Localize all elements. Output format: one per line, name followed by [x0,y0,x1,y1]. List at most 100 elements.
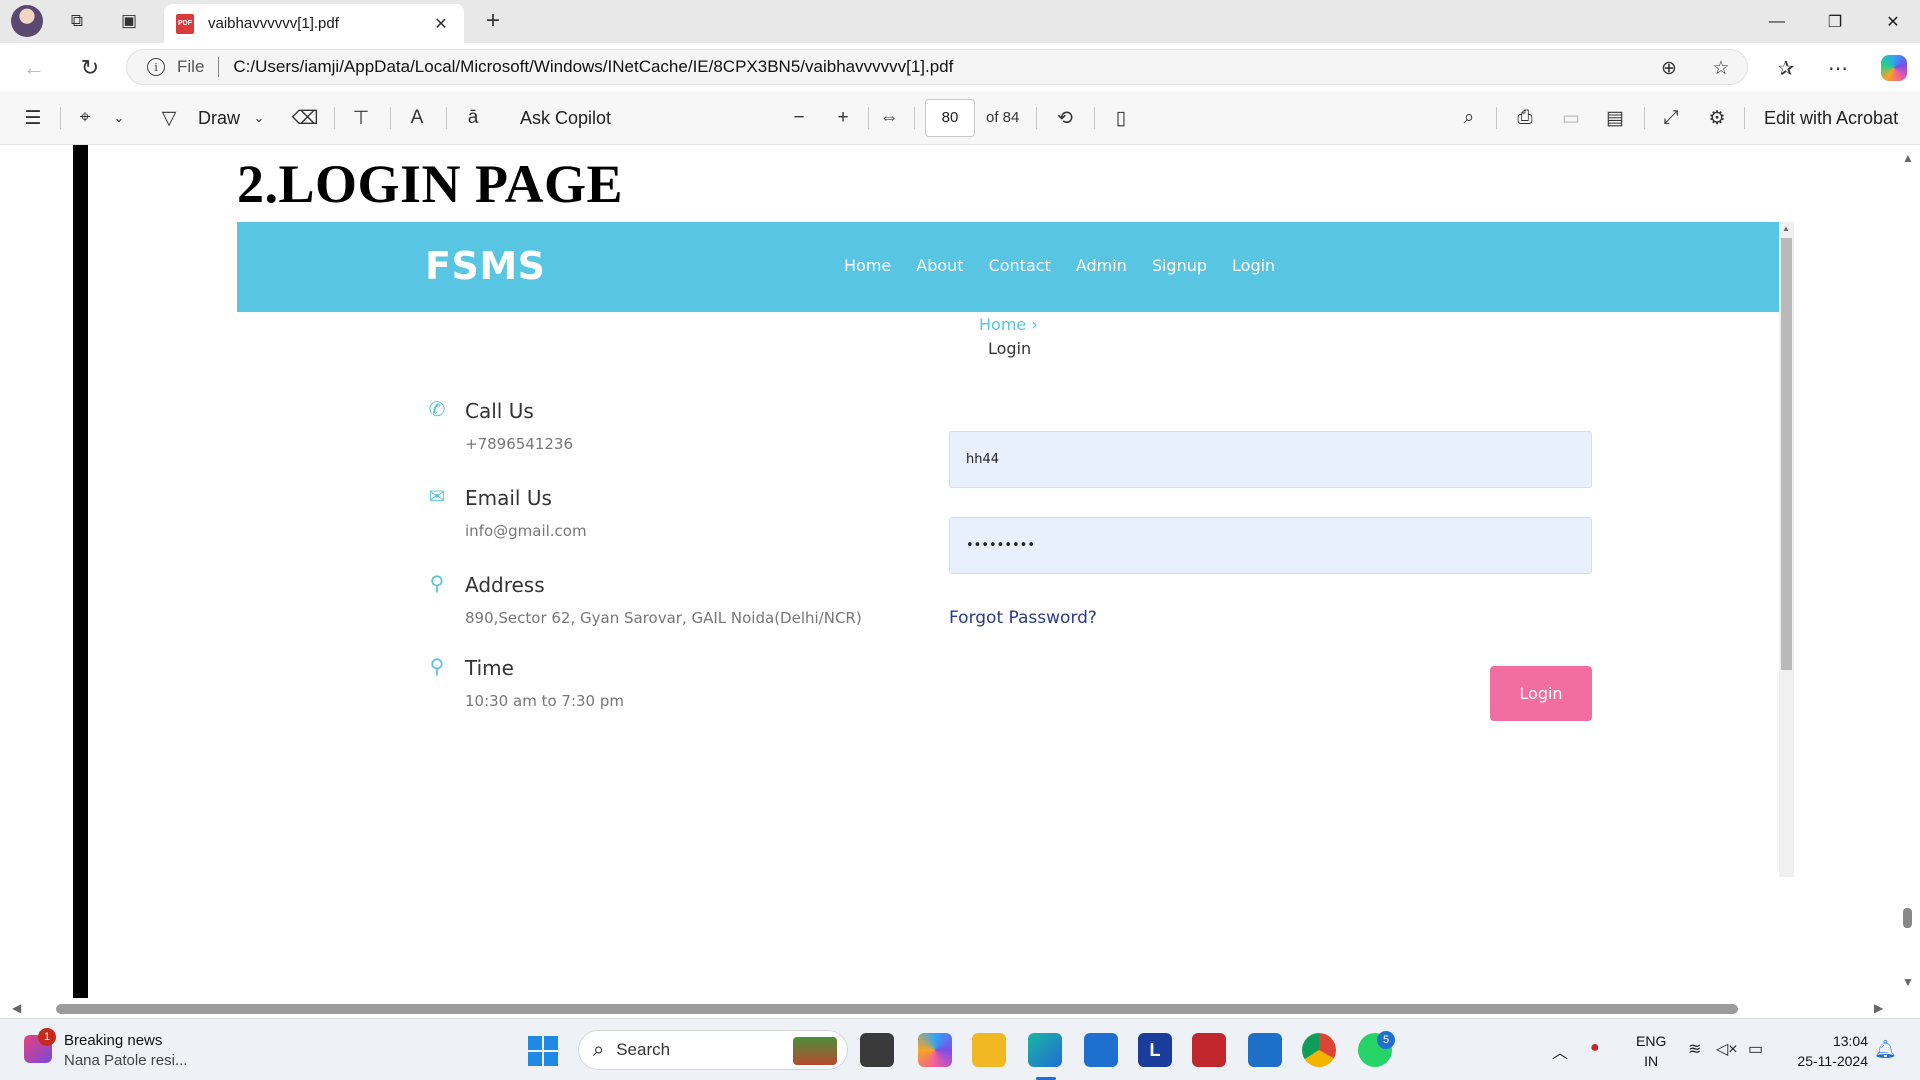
store-icon[interactable] [1084,1033,1118,1067]
page-view-icon[interactable]: ▯ [1106,103,1136,133]
copilot-icon [1881,55,1907,81]
divider [1496,107,1497,129]
page-number-input[interactable]: 80 [925,99,975,137]
divider [914,107,915,129]
favorites-icon[interactable]: ✰ [1770,52,1802,84]
taskbar: 1 Breaking news Nana Patole resi... ⌕ Se… [0,1018,1920,1080]
refresh-button[interactable]: ↻ [74,52,106,84]
location-pin-icon: ⚲ [429,655,445,678]
call-us-title: Call Us [465,399,534,423]
close-window-button[interactable]: ✕ [1864,0,1920,43]
scroll-right-icon[interactable]: ▶ [1874,1001,1883,1015]
read-aloud-icon[interactable]: A [402,103,432,133]
divider [1094,107,1095,129]
zoom-out-icon[interactable]: − [784,103,814,133]
page-total: of 84 [986,109,1020,126]
taskbar-search[interactable]: ⌕ Search [578,1030,848,1070]
url-field[interactable]: i File C:/Users/iamji/AppData/Local/Micr… [126,49,1748,85]
site-scrollbar: ▲ [1779,222,1794,877]
restore-button[interactable]: ❐ [1806,0,1864,43]
scroll-up-icon[interactable]: ▲ [1902,151,1914,165]
speaker-muted-icon[interactable]: ◁× [1716,1039,1738,1059]
site-menu-about: About [916,256,964,275]
wifi-icon[interactable]: ≋ [1688,1039,1701,1059]
mcafee-icon[interactable] [1192,1033,1226,1067]
text-box-icon[interactable]: ⊤ [346,103,376,133]
translate-icon[interactable]: ā [458,103,488,133]
envelope-icon: ✉ [428,485,446,508]
scroll-left-icon[interactable]: ◀ [12,1001,21,1015]
start-tile [528,1052,542,1066]
copilot-button[interactable] [1878,52,1910,84]
start-button[interactable] [528,1036,558,1066]
login-button: Login [1490,666,1592,721]
fit-width-icon[interactable]: ⇔ [874,103,904,133]
new-tab-button[interactable]: + [478,6,508,36]
copilot-app-icon[interactable] [918,1033,952,1067]
embedded-login-screenshot: FSMS Home About Contact Admin Signup Log… [237,222,1794,877]
tab-actions-icon[interactable]: ▣ [114,6,144,36]
close-tab-icon[interactable]: ✕ [430,14,452,34]
ask-copilot-button[interactable]: Ask Copilot [520,103,620,133]
rotate-icon[interactable]: ⟲ [1050,103,1080,133]
scroll-down-icon[interactable]: ▼ [1902,975,1914,989]
battery-icon[interactable]: ▭ [1748,1039,1763,1059]
find-icon[interactable]: ⌕ [1454,103,1484,133]
region-code: IN [1644,1053,1659,1069]
address-bar: ← ↻ i File C:/Users/iamji/AppData/Local/… [0,43,1920,91]
password-field: ••••••••• [949,517,1592,574]
location-pin-icon: ⚲ [429,572,445,595]
draw-chevron-down-icon[interactable]: ⌄ [244,103,274,133]
info-icon[interactable]: i [147,58,165,76]
language-indicator[interactable]: ENG IN [1636,1031,1666,1071]
breadcrumb-chevron-icon: › [1026,315,1038,334]
back-button[interactable]: ← [18,52,50,84]
clock-date: 25-11-2024 [1797,1053,1868,1069]
notification-bell-icon[interactable]: 🔔︎ [1874,1039,1897,1060]
horizontal-scrollbar[interactable]: ◀ ▶ [0,998,1894,1018]
tab-pdf[interactable]: PDF vaibhavvvvvv[1].pdf ✕ [164,4,464,43]
task-view-icon[interactable] [860,1033,894,1067]
draw-label[interactable]: Draw [194,103,244,133]
vertical-scrollbar[interactable]: ▲ ▼ [1894,145,1920,998]
edit-with-acrobat-button[interactable]: Edit with Acrobat [1764,103,1904,133]
address-title: Address [465,573,545,597]
outlook-icon[interactable] [1248,1033,1282,1067]
vertical-scroll-thumb[interactable] [1903,908,1912,928]
news-title[interactable]: Breaking news [64,1032,162,1049]
eraser-icon[interactable]: ⌫ [290,103,320,133]
print-icon[interactable]: ⎙ [1510,103,1540,133]
profile-avatar[interactable] [11,5,43,37]
workspaces-icon[interactable]: ⧉ [62,6,92,36]
start-tile [544,1036,558,1050]
more-menu-icon[interactable]: ⋯ [1822,52,1854,84]
horizontal-scroll-thumb[interactable] [56,1004,1738,1014]
lenovo-app-icon[interactable]: L [1138,1033,1172,1067]
username-field: hh44 [949,431,1592,488]
system-clock[interactable]: 13:04 25-11-2024 [1788,1031,1868,1071]
show-hidden-icons-icon[interactable]: ︿ [1552,1039,1568,1063]
chrome-icon[interactable] [1302,1033,1336,1067]
save-as-icon[interactable]: ▤ [1600,103,1630,133]
url-text[interactable]: C:/Users/iamji/AppData/Local/Microsoft/W… [233,57,953,77]
fullscreen-icon[interactable]: ⤢ [1656,103,1686,133]
pdf-viewport[interactable]: 2.LOGIN PAGE FSMS Home About Contact Adm… [0,145,1920,1018]
time-text: 10:30 am to 7:30 pm [465,692,624,710]
zoom-in-icon[interactable]: + [828,103,858,133]
site-menu-home: Home [844,256,892,275]
edge-browser-icon[interactable] [1028,1033,1062,1067]
favorite-star-icon[interactable]: ☆ [1709,56,1733,80]
minimize-button[interactable]: — [1748,0,1806,43]
save-icon[interactable]: ▭ [1556,103,1586,133]
zoom-icon[interactable]: ⊕ [1657,56,1681,80]
highlight-icon[interactable]: ⌖ [70,103,100,133]
news-subtitle[interactable]: Nana Patole resi... [64,1052,187,1069]
file-explorer-icon[interactable] [972,1033,1006,1067]
settings-gear-icon[interactable]: ⚙ [1702,103,1732,133]
highlight-chevron-down-icon[interactable]: ⌄ [104,103,134,133]
search-label: Search [616,1040,671,1059]
language-code: ENG [1636,1033,1667,1049]
security-status-icon[interactable]: ● [1590,1039,1600,1057]
draw-icon[interactable]: ▽ [154,103,184,133]
contents-icon[interactable]: ☰ [18,103,48,133]
